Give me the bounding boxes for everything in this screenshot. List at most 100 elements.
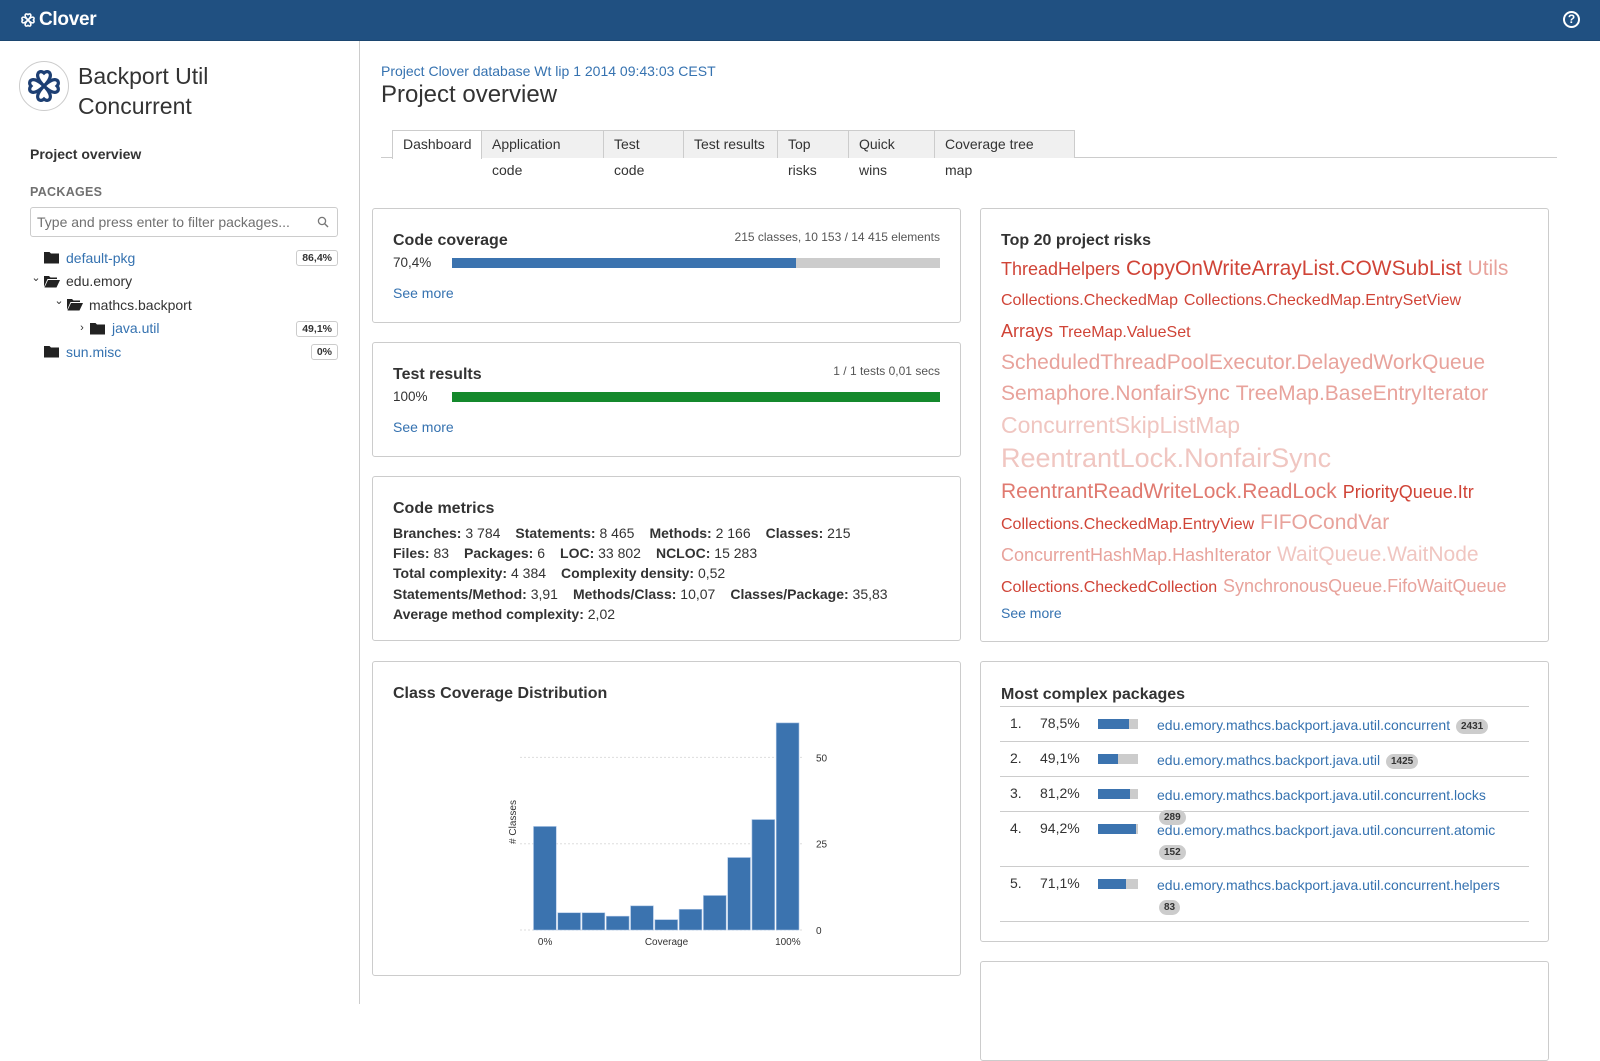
package-name[interactable]: sun.misc	[66, 344, 121, 360]
package-rank: 3.	[1010, 785, 1022, 801]
histogram-bar[interactable]	[557, 912, 581, 931]
code-metrics-card: Code metrics Branches: 3 784 Statements: …	[372, 476, 961, 641]
risk-class-link[interactable]: ScheduledThreadPoolExecutor.DelayedWorkQ…	[1001, 351, 1485, 374]
histogram-bar[interactable]	[630, 905, 654, 931]
risk-class-link[interactable]: TreeMap.ValueSet	[1059, 324, 1191, 341]
risk-class-link[interactable]: Collections.CheckedMap	[1001, 292, 1178, 309]
package-tree-item[interactable]: › java.util 49,1%	[30, 317, 340, 341]
package-coverage-bar-fill	[1098, 879, 1127, 889]
coverage-badge: 49,1%	[296, 320, 338, 337]
package-tree-item[interactable]: sun.misc 0%	[30, 340, 340, 364]
top-risks-see-more[interactable]: See more	[1001, 605, 1062, 621]
chevron-down-icon[interactable]: ⌄	[30, 271, 42, 284]
histogram-bar[interactable]	[703, 895, 727, 931]
next-card	[980, 961, 1549, 1061]
tab-dashboard[interactable]: Dashboard	[392, 130, 482, 159]
help-icon[interactable]: ?	[1563, 11, 1580, 28]
risk-class-link[interactable]: ThreadHelpers	[1001, 259, 1120, 279]
code-coverage-meta: 215 classes, 10 153 / 14 415 elements	[734, 230, 940, 244]
test-results-card: Test results 1 / 1 tests 0,01 secs 100% …	[372, 342, 961, 457]
main-content: Project Clover database Wt lip 1 2014 09…	[361, 41, 1600, 1061]
histogram-bar[interactable]	[751, 819, 776, 931]
metric-label: LOC:	[560, 545, 595, 562]
class-coverage-chart: 0 25 50 0% 100% Coverage # Classes	[508, 722, 828, 948]
histogram-bar[interactable]	[533, 826, 557, 931]
metric-value: 83	[433, 545, 450, 562]
tab-coverage-tree-map[interactable]: Coverage tree map	[934, 130, 1075, 178]
risk-class-link[interactable]: ConcurrentHashMap.HashIterator	[1001, 545, 1271, 565]
histogram-bar[interactable]	[606, 915, 630, 931]
package-filter-input[interactable]	[31, 208, 301, 236]
package-link[interactable]: edu.emory.mathcs.backport.java.util.conc…	[1157, 787, 1486, 803]
package-link[interactable]: edu.emory.mathcs.backport.java.util.conc…	[1157, 877, 1500, 893]
histogram-bar[interactable]	[581, 912, 606, 931]
risk-class-link[interactable]: Semaphore.NonfairSync	[1001, 382, 1230, 405]
histogram-bar[interactable]	[654, 919, 678, 931]
package-link[interactable]: edu.emory.mathcs.backport.java.util	[1157, 752, 1380, 768]
test-results-bar-fill	[452, 392, 940, 402]
package-coverage-bar	[1098, 879, 1138, 889]
risk-class-link[interactable]: ReentrantLock.NonfairSync	[1001, 443, 1331, 473]
risk-class-link[interactable]: SynchronousQueue.FifoWaitQueue	[1223, 576, 1507, 596]
test-results-see-more[interactable]: See more	[393, 419, 454, 435]
search-icon[interactable]	[317, 216, 329, 228]
metric-value: 8 465	[599, 525, 635, 541]
tab-quick-wins[interactable]: Quick wins	[848, 130, 935, 178]
top-risks-card: Top 20 project risks ThreadHelpers CopyO…	[980, 208, 1549, 642]
tab-test-code[interactable]: Test code	[603, 130, 684, 178]
package-tree-item[interactable]: default-pkg 86,4%	[30, 246, 340, 270]
x-tick-label: 100%	[775, 937, 801, 948]
tab-top-risks[interactable]: Top risks	[777, 130, 849, 178]
risk-class-link[interactable]: ReentrantReadWriteLock.ReadLock	[1001, 480, 1337, 503]
metric-label: Classes/Package:	[730, 585, 849, 602]
risk-class-link[interactable]: Collections.CheckedCollection	[1001, 579, 1217, 596]
coverage-badge: 0%	[310, 344, 338, 360]
package-name[interactable]: edu.emory	[66, 273, 132, 289]
tab-test-results[interactable]: Test results	[683, 130, 778, 158]
histogram-bar[interactable]	[727, 857, 751, 931]
chevron-down-icon[interactable]: ⌄	[53, 294, 65, 307]
tab-application-code[interactable]: Application code	[481, 130, 604, 178]
package-name[interactable]: java.util	[112, 320, 159, 336]
package-rank: 5.	[1010, 875, 1022, 891]
package-filter	[30, 207, 338, 237]
risk-class-link[interactable]: Collections.CheckedMap.EntryView	[1001, 516, 1254, 533]
histogram-bar[interactable]	[678, 908, 703, 931]
coverage-badge: 86,4%	[296, 250, 338, 266]
risk-class-link[interactable]: PriorityQueue.Itr	[1343, 482, 1474, 502]
risk-class-link[interactable]: FIFOCondVar	[1260, 511, 1389, 534]
clover-brand[interactable]: Clover	[19, 9, 97, 31]
risk-class-link[interactable]: Utils	[1468, 257, 1509, 280]
code-coverage-see-more[interactable]: See more	[393, 285, 454, 301]
sidebar-project-overview-link[interactable]: Project overview	[30, 146, 141, 162]
metric-value: 3,91	[530, 585, 558, 602]
package-link[interactable]: edu.emory.mathcs.backport.java.util.conc…	[1157, 822, 1495, 838]
package-tree-item[interactable]: ⌄ edu.emory	[30, 270, 340, 294]
package-tree: default-pkg 86,4% ⌄ edu.emory ⌄ mathcs.backpo…	[30, 246, 340, 364]
folder-icon	[44, 252, 59, 264]
package-tree-item[interactable]: ⌄ mathcs.backport	[30, 293, 340, 317]
project-name-line1: Backport Util	[78, 63, 209, 89]
complex-package-row: 3. 81,2% edu.emory.mathcs.backport.java.ut…	[1000, 777, 1529, 825]
code-coverage-percent: 70,4%	[393, 255, 432, 270]
metric-label: Total complexity:	[393, 565, 508, 582]
package-name[interactable]: mathcs.backport	[89, 297, 192, 313]
package-link[interactable]: edu.emory.mathcs.backport.java.util.conc…	[1157, 717, 1450, 733]
metric-label: Branches:	[393, 525, 462, 541]
risk-class-link[interactable]: WaitQueue.WaitNode	[1277, 543, 1479, 566]
chevron-right-icon[interactable]: ›	[76, 322, 88, 334]
complexity-count-badge: 2431	[1456, 719, 1489, 734]
risk-class-link[interactable]: Arrays	[1001, 321, 1053, 341]
y-tick-label: 0	[816, 926, 822, 937]
package-name[interactable]: default-pkg	[66, 250, 135, 266]
risk-class-link[interactable]: TreeMap.BaseEntryIterator	[1236, 382, 1489, 405]
risk-class-link[interactable]: ConcurrentSkipListMap	[1001, 412, 1240, 438]
test-results-meta: 1 / 1 tests 0,01 secs	[833, 364, 940, 378]
risk-class-link[interactable]: Collections.CheckedMap.EntrySetView	[1184, 292, 1461, 309]
package-coverage-bar-fill	[1098, 789, 1131, 799]
package-coverage: 81,2%	[1040, 785, 1080, 801]
histogram-bar[interactable]	[775, 722, 800, 931]
database-link[interactable]: Project Clover database Wt lip 1 2014 09…	[381, 63, 716, 79]
risk-class-link[interactable]: CopyOnWriteArrayList.COWSubList	[1126, 257, 1462, 280]
code-coverage-bar	[452, 258, 940, 268]
